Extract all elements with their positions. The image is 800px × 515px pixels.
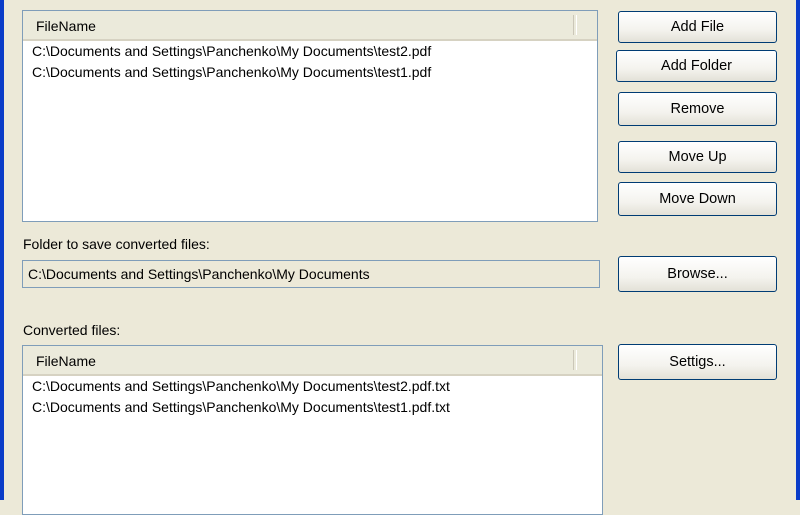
- settings-button[interactable]: Settigs...: [618, 344, 777, 380]
- output-folder-field[interactable]: C:\Documents and Settings\Panchenko\My D…: [22, 260, 600, 288]
- column-header-filename[interactable]: FileName: [23, 346, 602, 376]
- list-item[interactable]: C:\Documents and Settings\Panchenko\My D…: [23, 376, 602, 397]
- column-header-label: FileName: [36, 18, 96, 34]
- column-header-label: FileName: [36, 353, 96, 369]
- source-files-list[interactable]: FileName C:\Documents and Settings\Panch…: [22, 10, 598, 222]
- list-item[interactable]: C:\Documents and Settings\Panchenko\My D…: [23, 41, 597, 62]
- remove-button[interactable]: Remove: [618, 92, 777, 126]
- move-down-button[interactable]: Move Down: [618, 182, 777, 216]
- column-separator[interactable]: [573, 15, 577, 35]
- window-frame-left: [0, 0, 4, 500]
- move-up-button[interactable]: Move Up: [618, 141, 777, 173]
- browse-button[interactable]: Browse...: [618, 256, 777, 292]
- converted-files-list[interactable]: FileName C:\Documents and Settings\Panch…: [22, 345, 603, 515]
- converted-files-label: Converted files:: [23, 322, 121, 338]
- add-folder-button[interactable]: Add Folder: [616, 50, 777, 82]
- window-frame-right: [796, 0, 800, 500]
- add-file-button[interactable]: Add File: [618, 11, 777, 43]
- column-separator[interactable]: [573, 350, 577, 370]
- list-item[interactable]: C:\Documents and Settings\Panchenko\My D…: [23, 397, 602, 418]
- output-folder-label: Folder to save converted files:: [23, 236, 210, 252]
- column-header-filename[interactable]: FileName: [23, 11, 597, 41]
- list-item[interactable]: C:\Documents and Settings\Panchenko\My D…: [23, 62, 597, 83]
